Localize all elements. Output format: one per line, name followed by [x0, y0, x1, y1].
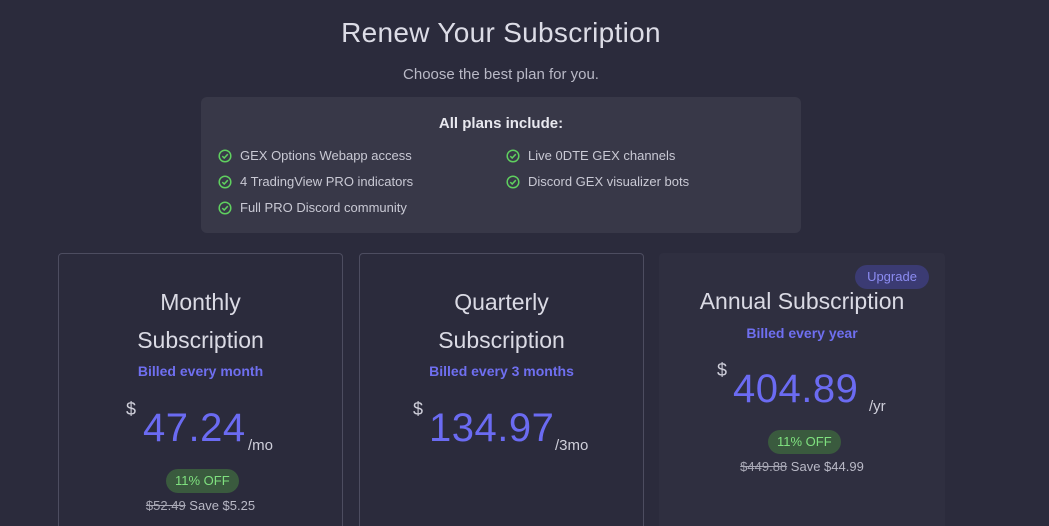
plan-card-quarterly[interactable]: Quarterly Subscription Billed every 3 mo… — [359, 253, 644, 526]
price-period: /3mo — [555, 437, 589, 454]
check-circle-icon — [218, 200, 232, 215]
features-heading: All plans include: — [438, 115, 564, 132]
currency-symbol: $ — [413, 399, 424, 419]
feature-label: 4 TradingView PRO indicators — [240, 174, 414, 189]
feature-label: Full PRO Discord community — [240, 200, 407, 215]
price-amount: 404.89 — [733, 367, 859, 411]
save-amount: Save $5.25 — [189, 498, 256, 513]
save-amount: Save $44.99 — [790, 459, 864, 474]
feature-item: Live 0DTE GEX channels — [506, 148, 675, 163]
page-subtitle: Choose the best plan for you. — [403, 66, 599, 83]
feature-item: 4 TradingView PRO indicators — [218, 174, 413, 189]
price-row: $ 47.24 /mo — [59, 397, 342, 454]
price-row: $ 404.89 /yr — [660, 358, 944, 415]
plan-card-annual[interactable]: Annual Subscription Billed every year $ … — [659, 253, 945, 526]
plan-title: Subscription — [137, 327, 264, 353]
check-circle-icon — [218, 174, 232, 189]
old-price: $52.49 — [145, 498, 186, 513]
feature-label: GEX Options Webapp access — [240, 148, 412, 163]
savings-text: $449.88 Save $44.99 — [660, 459, 944, 474]
feature-label: Live 0DTE GEX channels — [528, 148, 676, 163]
price-amount: 47.24 — [143, 406, 246, 450]
plan-card-monthly[interactable]: Monthly Subscription Billed every month … — [58, 253, 343, 526]
currency-symbol: $ — [717, 360, 728, 380]
plan-title: Quarterly — [454, 289, 549, 315]
discount-badge: 11% OFF — [768, 430, 841, 454]
price-amount: 134.97 — [429, 406, 555, 450]
check-circle-icon — [506, 148, 520, 163]
price-period: /mo — [248, 437, 274, 454]
plan-title: Subscription — [438, 327, 565, 353]
billing-period: Billed every month — [137, 363, 264, 379]
savings-text: $52.49 Save $5.25 — [59, 498, 342, 513]
upgrade-badge: Upgrade — [855, 265, 929, 289]
billing-period: Billed every year — [746, 325, 858, 341]
feature-item: Full PRO Discord community — [218, 200, 407, 215]
check-circle-icon — [506, 174, 520, 189]
feature-item: GEX Options Webapp access — [218, 148, 412, 163]
feature-label: Discord GEX visualizer bots — [528, 174, 690, 189]
price-period: /yr — [869, 398, 886, 415]
features-panel: All plans include: GEX Options Webapp ac… — [201, 97, 801, 233]
discount-badge: 11% OFF — [166, 469, 239, 493]
check-circle-icon — [218, 148, 232, 163]
page-title: Renew Your Subscription — [341, 17, 661, 48]
feature-item: Discord GEX visualizer bots — [506, 174, 689, 189]
old-price: $449.88 — [740, 459, 788, 474]
plan-title: Monthly — [160, 289, 241, 315]
billing-period: Billed every 3 months — [429, 363, 574, 379]
price-row: $ 134.97 /3mo — [360, 397, 643, 454]
currency-symbol: $ — [126, 399, 137, 419]
